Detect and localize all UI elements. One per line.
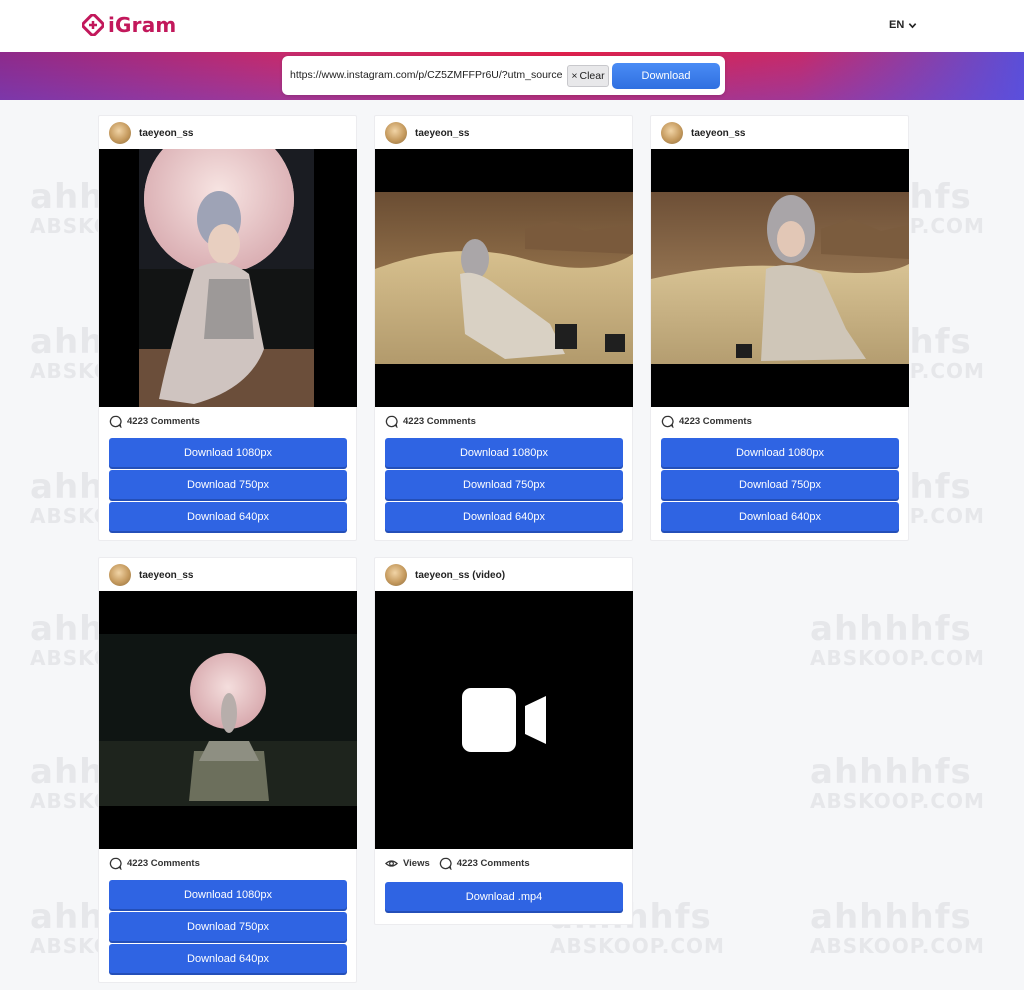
download-750-button[interactable]: Download 750px [109, 470, 347, 499]
media-card-video: taeyeon_ss (video) Views 4223 Comments D… [374, 557, 633, 925]
search-form: × Clear Download [282, 56, 725, 95]
close-icon: × [571, 70, 578, 82]
media-card: taeyeon_ss 4223 Comments Download 1080px… [98, 557, 357, 983]
comments-count: 4223 Comments [403, 416, 476, 427]
download-640-button[interactable]: Download 640px [109, 944, 347, 973]
language-label: EN [889, 19, 905, 31]
eye-icon [385, 860, 398, 867]
top-header: iGram EN [0, 0, 1024, 52]
avatar[interactable] [385, 122, 407, 144]
card-header: taeyeon_ss [109, 564, 193, 586]
download-640-button[interactable]: Download 640px [109, 502, 347, 531]
media-image [651, 149, 909, 407]
card-meta: 4223 Comments [661, 415, 752, 428]
card-header: taeyeon_ss [661, 122, 745, 144]
card-meta: 4223 Comments [109, 415, 200, 428]
comment-bubble-icon [439, 857, 452, 870]
avatar[interactable] [109, 122, 131, 144]
download-750-button[interactable]: Download 750px [385, 470, 623, 499]
url-input[interactable] [290, 65, 566, 85]
avatar[interactable] [109, 564, 131, 586]
media-card: taeyeon_ss 4223 Comments Download 1080px… [374, 115, 633, 541]
card-header: taeyeon_ss [109, 122, 193, 144]
watermark: ahhhhfsABSKOOP.COM [810, 752, 985, 813]
card-meta: Views 4223 Comments [385, 857, 530, 870]
download-1080-button[interactable]: Download 1080px [385, 438, 623, 467]
download-640-button[interactable]: Download 640px [385, 502, 623, 531]
download-1080-button[interactable]: Download 1080px [661, 438, 899, 467]
watermark: ahhhhfsABSKOOP.COM [810, 897, 985, 958]
media-image [375, 149, 633, 407]
download-mp4-button[interactable]: Download .mp4 [385, 882, 623, 911]
chevron-down-icon [909, 22, 917, 28]
download-button[interactable]: Download [612, 63, 720, 89]
logo[interactable]: iGram [81, 10, 177, 40]
language-selector[interactable]: EN [889, 19, 917, 31]
card-meta: 4223 Comments [109, 857, 200, 870]
download-750-button[interactable]: Download 750px [109, 912, 347, 941]
download-1080-button[interactable]: Download 1080px [109, 880, 347, 909]
username[interactable]: taeyeon_ss [139, 128, 193, 139]
watermark: ahhhhfsABSKOOP.COM [810, 609, 985, 670]
username[interactable]: taeyeon_ss [691, 128, 745, 139]
card-header: taeyeon_ss [385, 122, 469, 144]
username[interactable]: taeyeon_ss (video) [415, 570, 505, 581]
comment-bubble-icon [661, 415, 674, 428]
clear-label: Clear [579, 70, 605, 82]
avatar[interactable] [661, 122, 683, 144]
avatar[interactable] [385, 564, 407, 586]
download-750-button[interactable]: Download 750px [661, 470, 899, 499]
clear-button[interactable]: × Clear [567, 65, 609, 87]
username[interactable]: taeyeon_ss [139, 570, 193, 581]
comments-count: 4223 Comments [127, 416, 200, 427]
igram-logo-icon [81, 13, 105, 37]
views-label: Views [403, 858, 430, 869]
comment-bubble-icon [109, 415, 122, 428]
comment-bubble-icon [385, 415, 398, 428]
card-header: taeyeon_ss (video) [385, 564, 505, 586]
comments-count: 4223 Comments [679, 416, 752, 427]
comments-count: 4223 Comments [127, 858, 200, 869]
logo-text: iGram [108, 13, 177, 37]
media-card: taeyeon_ss 4223 Comments Download 1080px… [98, 115, 357, 541]
media-image [99, 591, 357, 849]
download-1080-button[interactable]: Download 1080px [109, 438, 347, 467]
username[interactable]: taeyeon_ss [415, 128, 469, 139]
media-image [99, 149, 357, 407]
comment-bubble-icon [109, 857, 122, 870]
comments-count: 4223 Comments [456, 858, 530, 869]
download-640-button[interactable]: Download 640px [661, 502, 899, 531]
card-meta: 4223 Comments [385, 415, 476, 428]
media-card: taeyeon_ss 4223 Comments Download 1080px… [650, 115, 909, 541]
video-thumbnail[interactable] [375, 591, 633, 849]
